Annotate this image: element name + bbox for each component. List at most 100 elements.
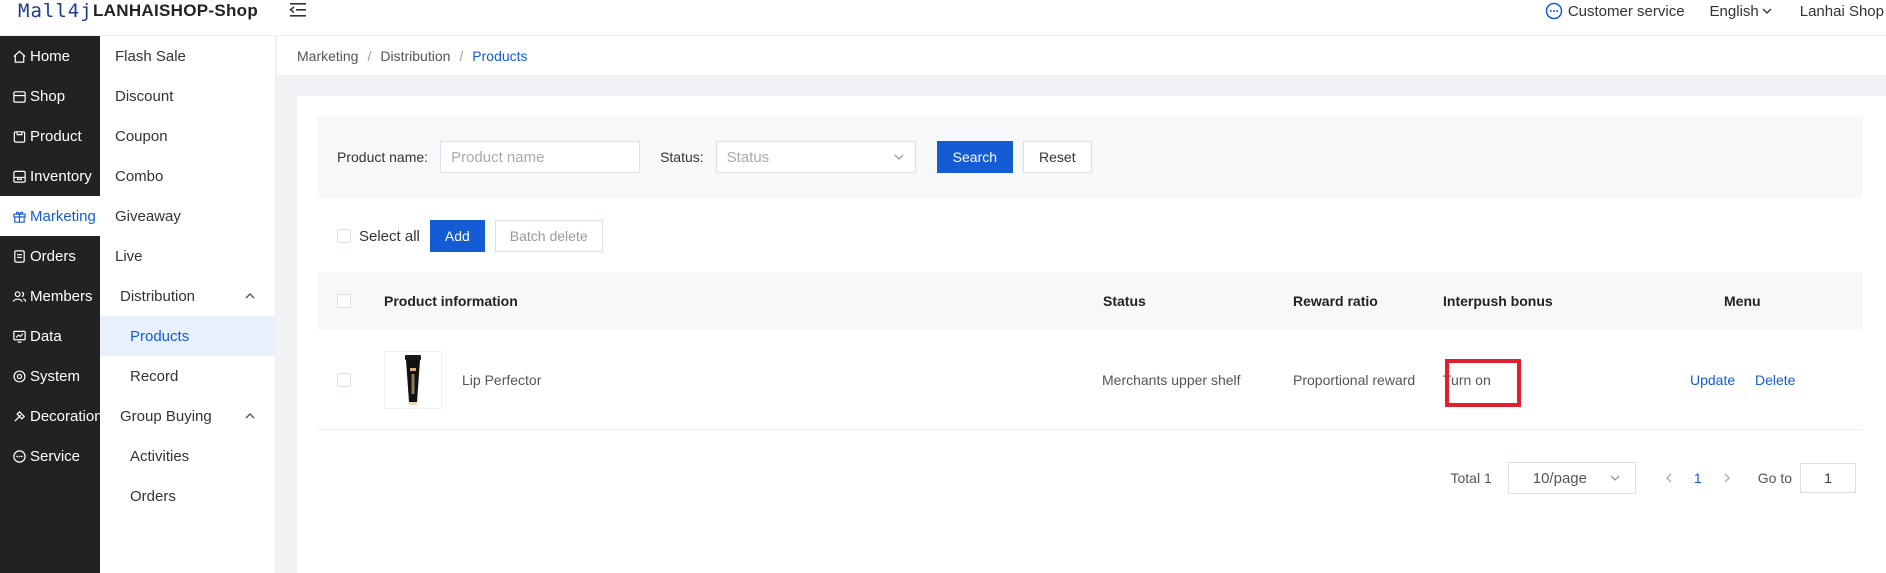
logo-text: Mall4j [18,0,93,22]
chevron-right-icon [1724,473,1730,483]
product-image-cell [384,330,442,429]
service-icon [13,449,26,463]
customer-service-link[interactable]: Customer service [1545,2,1685,20]
sidebar-item-label: Members [30,287,93,305]
product-name-input[interactable] [440,141,641,173]
gift-icon [13,211,26,223]
logo: Mall4j [18,0,93,22]
user-menu[interactable]: Lanhai Shop [1800,3,1884,20]
chevron-left-icon [1665,473,1672,483]
status-select[interactable]: Status [715,141,916,173]
search-filter: Product name: Status: Status Search Rese… [317,116,1862,198]
next-page-button[interactable] [1714,462,1740,494]
sidebar-item-shop[interactable]: Shop [0,76,100,116]
sidebar-item-data[interactable]: Data [0,316,100,356]
pagination-total: Total 1 [1450,470,1492,486]
update-link[interactable]: Update [1690,330,1735,429]
page-size-select[interactable]: 10/page [1507,462,1636,494]
sidebar-item-system[interactable]: System [0,356,100,396]
submenu-item-giveaway[interactable]: Giveaway [100,196,276,236]
prev-page-button[interactable] [1656,462,1682,494]
page-number-1[interactable]: 1 [1682,470,1714,486]
submenu-group-label: Group Buying [120,407,212,425]
product-interpush-bonus: Turn on [1443,371,1491,388]
chevron-down-icon [894,154,904,160]
main-sidebar: Home Shop Product Inventory Marketing Or… [0,36,103,573]
header-menu: Menu [1724,293,1761,309]
submenu-item-combo[interactable]: Combo [100,156,276,196]
submenu-group-group-buying[interactable]: Group Buying [100,396,276,436]
home-icon [13,50,26,63]
table-row: Lip Perfector Merchants upper shelf Prop… [317,330,1862,430]
header-reward-ratio: Reward ratio [1293,293,1378,309]
reset-button[interactable]: Reset [1023,141,1092,173]
goto-page-input[interactable] [1800,463,1856,493]
sidebar-item-label: System [30,367,81,385]
row-checkbox-cell [337,330,351,429]
header-checkbox[interactable] [337,294,351,308]
lip-product-image [405,354,421,405]
header-interpush-bonus: Interpush bonus [1443,293,1553,309]
submenu-group-distribution[interactable]: Distribution [100,276,276,316]
customer-service-label: Customer service [1567,2,1685,20]
pagination: Total 1 10/page 1 Go to [1450,462,1856,494]
product-name-label: Product name: [337,149,429,165]
delete-link[interactable]: Delete [1755,330,1795,429]
sidebar-item-product[interactable]: Product [0,116,100,156]
marketing-submenu: Flash Sale Discount Coupon Combo Giveawa… [100,36,276,573]
add-button[interactable]: Add [429,220,485,252]
language-dropdown[interactable]: English [1710,3,1773,20]
product-reward-ratio: Proportional reward [1293,371,1416,388]
submenu-item-coupon[interactable]: Coupon [100,116,276,156]
language-label: English [1709,2,1759,20]
shop-icon [13,90,26,103]
header-checkbox-cell [337,272,351,330]
select-all-label[interactable]: Select all [359,228,420,245]
breadcrumb-item-distribution[interactable]: Distribution [380,48,450,64]
submenu-item-orders[interactable]: Orders [100,476,276,516]
search-button[interactable]: Search [936,141,1014,173]
chat-icon [1545,2,1563,20]
product-icon [13,130,26,143]
submenu-item-flash-sale[interactable]: Flash Sale [100,36,276,76]
product-name: Lip Perfector [462,371,542,388]
sidebar-item-members[interactable]: Members [0,276,100,316]
batch-delete-button[interactable]: Batch delete [494,220,603,252]
sidebar-item-orders[interactable]: Orders [0,236,100,276]
products-table: Product information Status Reward ratio … [317,272,1862,430]
header-product-information: Product information [384,293,518,309]
sidebar-item-label: Data [30,327,62,345]
sidebar-item-label: Home [30,47,71,65]
submenu-item-discount[interactable]: Discount [100,76,276,116]
sidebar-item-marketing[interactable]: Marketing [0,196,100,236]
breadcrumb-separator: / [367,47,372,64]
members-icon [12,290,27,302]
submenu-item-products[interactable]: Products [100,316,276,356]
sidebar-item-inventory[interactable]: Inventory [0,156,100,196]
breadcrumb-item-marketing[interactable]: Marketing [297,48,358,64]
sidebar-item-label: Decoration [30,407,103,425]
orders-icon [14,249,25,263]
sidebar-item-label: Service [30,447,81,465]
top-header: Mall4j LANHAISHOP-Shop Customer service … [0,0,1886,36]
submenu-item-activities[interactable]: Activities [100,436,276,476]
table-header: Product information Status Reward ratio … [317,272,1862,330]
sidebar-item-label: Product [30,127,82,145]
sidebar-item-label: Orders [30,247,76,265]
chevron-up-icon [245,293,255,299]
status-label: Status: [660,149,704,165]
sidebar-item-service[interactable]: Service [0,436,100,476]
row-checkbox[interactable] [337,372,351,387]
sidebar-item-label: Marketing [30,207,96,225]
decoration-icon [14,410,26,422]
header-status: Status [1103,293,1146,309]
sidebar-item-decoration[interactable]: Decoration [0,396,103,436]
sidebar-item-home[interactable]: Home [0,36,100,76]
table-toolbar: Select all Add Batch delete [317,219,603,253]
gear-icon [13,369,26,383]
breadcrumb: Marketing / Distribution / Products [277,36,1886,76]
submenu-item-live[interactable]: Live [100,236,276,276]
select-all-checkbox[interactable] [337,229,351,243]
menu-fold-icon[interactable] [289,1,309,19]
submenu-item-record[interactable]: Record [100,356,276,396]
